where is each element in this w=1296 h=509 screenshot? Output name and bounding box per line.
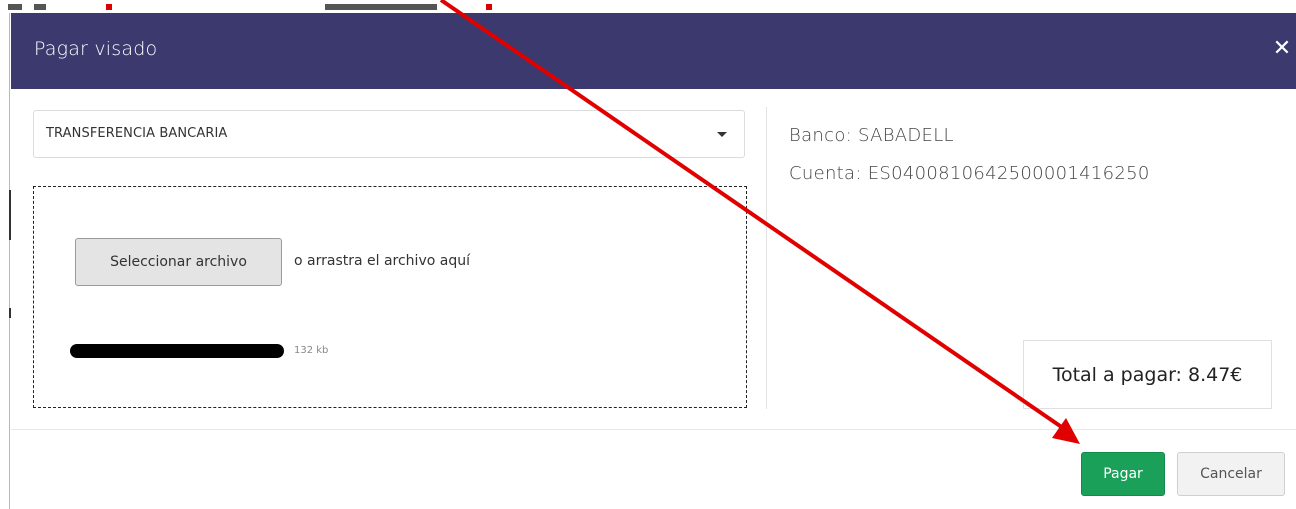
modal-body: TRANSFERENCIA BANCARIA Seleccionar archi… (11, 89, 1296, 429)
file-dropzone[interactable]: Seleccionar archivo o arrastra el archiv… (33, 186, 747, 408)
background-mark (34, 4, 46, 10)
chevron-down-icon (717, 132, 727, 137)
background-mark (8, 4, 22, 10)
file-name-redacted (70, 344, 284, 358)
payment-method-select[interactable]: TRANSFERENCIA BANCARIA (33, 110, 745, 158)
payment-method-value: TRANSFERENCIA BANCARIA (46, 126, 228, 141)
background-left-rule (9, 13, 10, 509)
close-icon: ✕ (1272, 36, 1292, 61)
select-file-button[interactable]: Seleccionar archivo (75, 238, 282, 286)
background-mark (106, 4, 112, 10)
total-box: Total a pagar: 8.47€ (1023, 340, 1272, 409)
cancel-button[interactable]: Cancelar (1177, 452, 1285, 496)
file-size: 132 kb (294, 345, 329, 356)
uploaded-file: 132 kb (70, 344, 370, 358)
drop-hint: o arrastra el archivo aquí (294, 253, 470, 269)
column-divider (766, 107, 767, 409)
modal-title: Pagar visado (34, 38, 158, 60)
bank-account: Cuenta: ES0400810642500001416250 (789, 163, 1150, 184)
pay-button[interactable]: Pagar (1081, 452, 1165, 496)
modal-header: Pagar visado ✕ (11, 13, 1296, 89)
background-page-strip (0, 0, 1296, 13)
pay-modal: Pagar visado ✕ TRANSFERENCIA BANCARIA Se… (11, 13, 1296, 509)
modal-footer: Pagar Cancelar (11, 429, 1296, 509)
background-mark (325, 4, 437, 10)
total-amount: Total a pagar: 8.47€ (1052, 363, 1243, 386)
page: Pagar visado ✕ TRANSFERENCIA BANCARIA Se… (0, 0, 1296, 509)
bank-name: Banco: SABADELL (789, 125, 954, 146)
background-mark (486, 4, 492, 10)
close-button[interactable]: ✕ (1270, 36, 1294, 62)
